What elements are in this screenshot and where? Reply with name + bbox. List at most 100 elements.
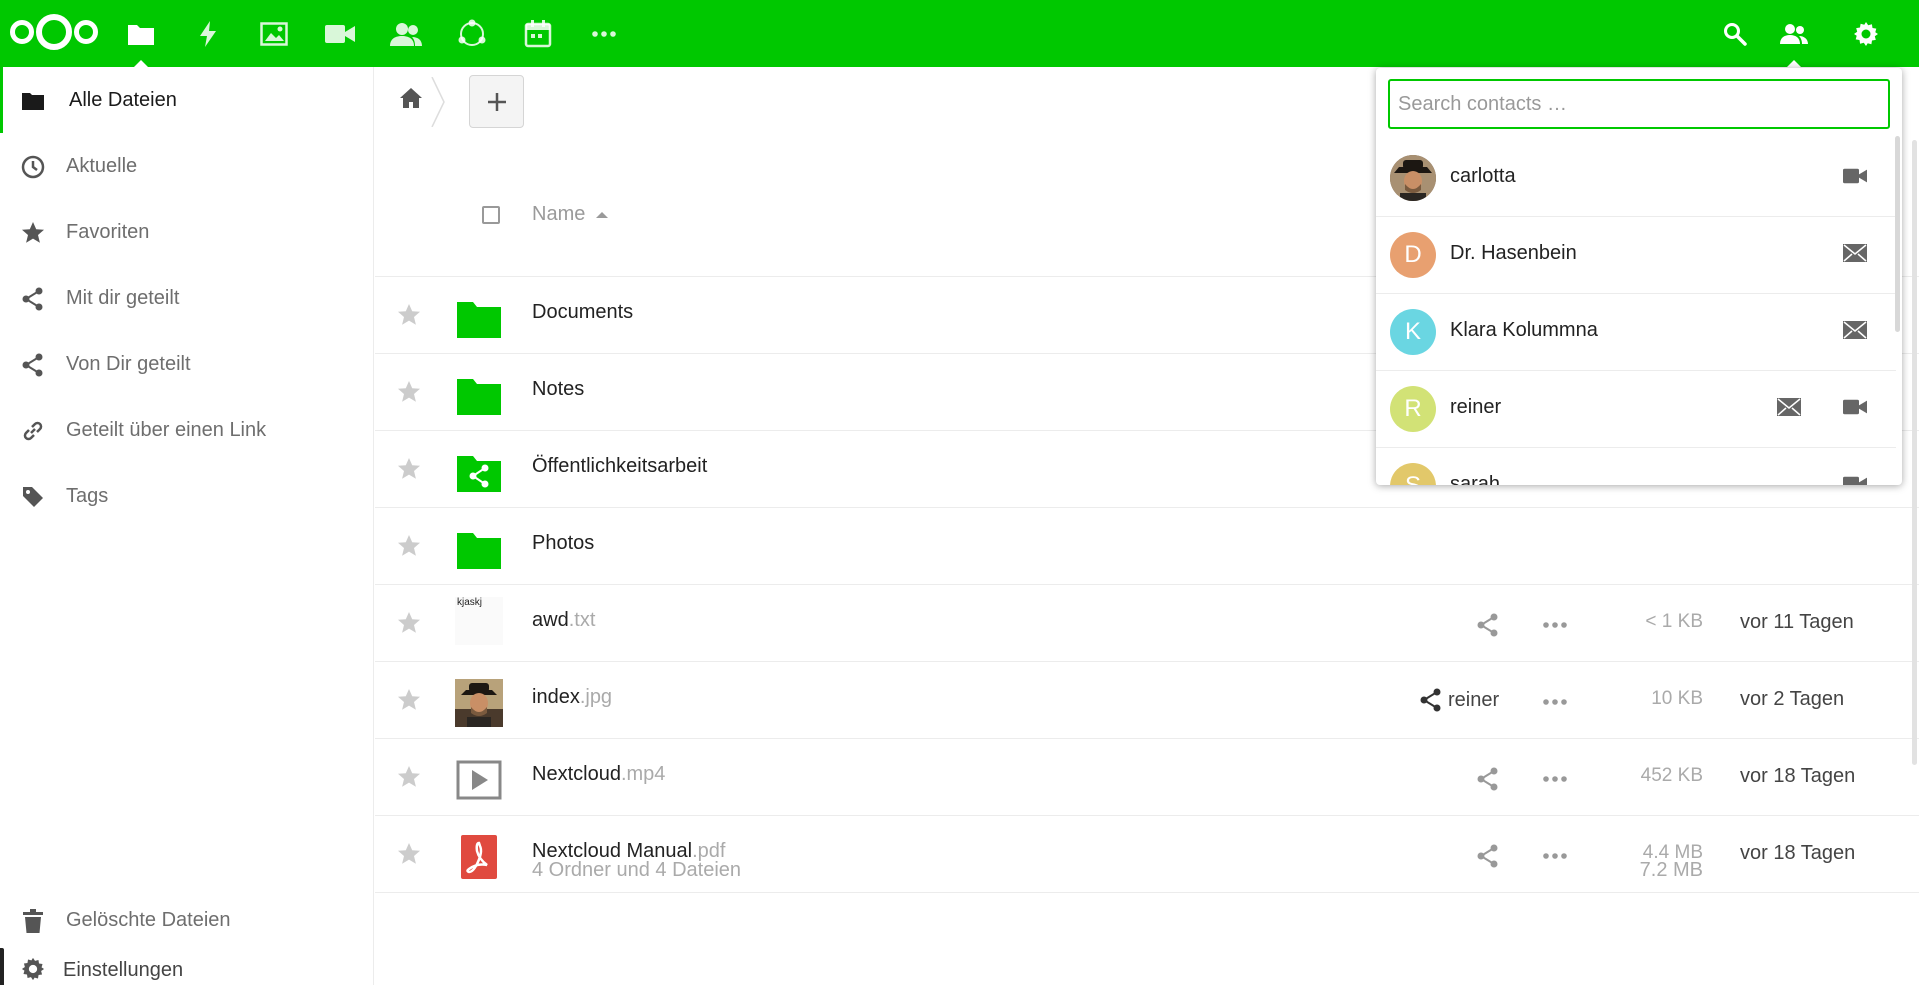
sidebar-item-recent[interactable]: Aktuelle: [0, 133, 373, 199]
table-row[interactable]: Nextcloud.mp4 452 KB vor 18 Tagen: [375, 739, 1919, 816]
file-name[interactable]: Documents: [532, 301, 633, 324]
more-actions-icon[interactable]: [1543, 844, 1567, 868]
avatar: R: [1390, 386, 1436, 432]
files-summary-size: 7.2 MB: [1639, 859, 1703, 881]
star-icon[interactable]: [397, 611, 421, 635]
contact-item[interactable]: D Dr. Hasenbein: [1376, 217, 1896, 294]
star-icon[interactable]: [397, 380, 421, 404]
file-extension: .mp4: [620, 763, 666, 785]
shared-with-indicator[interactable]: reiner: [1420, 688, 1499, 712]
home-icon[interactable]: [399, 87, 423, 109]
window-edge: [0, 948, 4, 985]
folder-icon: [455, 294, 503, 342]
sidebar-item-label: Mit dir geteilt: [66, 286, 180, 309]
video-call-icon[interactable]: [1843, 475, 1867, 485]
share-icon: [1420, 688, 1441, 712]
video-file-icon: [455, 756, 503, 804]
table-row[interactable]: index.jpg reiner 10 KB vor 2 Tagen: [375, 662, 1919, 739]
files-icon[interactable]: [121, 14, 161, 68]
mail-icon[interactable]: [1777, 398, 1801, 416]
app-navigation: Alle Dateien Aktuelle Favoriten Mit dir …: [0, 67, 374, 985]
share-icon[interactable]: [1477, 613, 1499, 637]
more-actions-icon[interactable]: [1543, 767, 1567, 791]
sidebar-item-all-files[interactable]: Alle Dateien: [0, 67, 373, 133]
plus-icon: [487, 92, 506, 111]
column-name[interactable]: Name: [532, 203, 585, 226]
sidebar-item-deleted-files[interactable]: Gelöschte Dateien: [0, 887, 373, 953]
search-contacts-input[interactable]: [1388, 79, 1890, 129]
file-name[interactable]: Photos: [532, 532, 594, 555]
sidebar-item-label: Favoriten: [66, 220, 150, 243]
sidebar-item-label: Gelöschte Dateien: [66, 908, 231, 931]
more-actions-icon[interactable]: [1543, 690, 1567, 714]
star-icon[interactable]: [397, 534, 421, 558]
sidebar-item-shared-by-link[interactable]: Geteilt über einen Link: [0, 397, 373, 463]
contact-item[interactable]: K Klara Kolummna: [1376, 294, 1896, 371]
star-icon[interactable]: [397, 303, 421, 327]
tag-icon: [21, 485, 45, 509]
page-scrollbar[interactable]: [1912, 140, 1917, 765]
file-name[interactable]: awd.txt: [532, 609, 595, 632]
avatar: D: [1390, 232, 1436, 278]
more-actions-icon[interactable]: [1543, 613, 1567, 637]
file-modified: vor 11 Tagen: [1740, 611, 1854, 633]
contact-item[interactable]: S sarah: [1376, 448, 1896, 485]
settings-icon[interactable]: [1846, 14, 1886, 54]
sidebar-settings[interactable]: Einstellungen: [0, 953, 373, 985]
contacts-icon[interactable]: [386, 14, 426, 54]
file-name[interactable]: Nextcloud.mp4: [532, 763, 665, 786]
link-icon: [21, 419, 45, 443]
clock-icon: [21, 155, 45, 179]
file-size: 452 KB: [1640, 765, 1703, 786]
star-icon: [21, 221, 45, 245]
contact-name: sarah: [1450, 473, 1501, 485]
sidebar-item-favorites[interactable]: Favoriten: [0, 199, 373, 265]
sidebar-item-label: Alle Dateien: [69, 88, 177, 111]
video-call-icon[interactable]: [1843, 167, 1867, 185]
contacts-scrollbar[interactable]: [1895, 136, 1900, 332]
contact-item[interactable]: R reiner: [1376, 371, 1896, 448]
nextcloud-logo-icon[interactable]: [8, 12, 100, 52]
contacts-menu-icon[interactable]: [1774, 14, 1814, 68]
star-icon[interactable]: [397, 457, 421, 481]
calendar-icon[interactable]: [518, 14, 558, 54]
video-call-icon[interactable]: [1843, 398, 1867, 416]
select-all-checkbox[interactable]: [482, 206, 500, 224]
share-icon[interactable]: [1477, 767, 1499, 791]
star-icon[interactable]: [397, 842, 421, 866]
gallery-icon[interactable]: [254, 14, 294, 54]
circles-icon[interactable]: [452, 14, 492, 54]
contact-name: Dr. Hasenbein: [1450, 242, 1577, 264]
avatar: S: [1390, 463, 1436, 485]
file-size: < 1 KB: [1645, 611, 1703, 632]
sidebar-item-tags[interactable]: Tags: [0, 463, 373, 529]
star-icon[interactable]: [397, 688, 421, 712]
pdf-file-icon: [455, 833, 503, 881]
sidebar-item-label: Tags: [66, 484, 109, 507]
file-modified: vor 18 Tagen: [1740, 842, 1856, 864]
share-icon[interactable]: [1477, 844, 1499, 868]
mail-icon[interactable]: [1843, 244, 1867, 262]
sidebar-item-shared-by-you[interactable]: Von Dir geteilt: [0, 331, 373, 397]
more-apps-icon[interactable]: [584, 14, 624, 54]
contact-name: reiner: [1450, 396, 1502, 418]
search-icon[interactable]: [1715, 14, 1755, 54]
talk-video-icon[interactable]: [320, 14, 360, 54]
file-extension: .jpg: [579, 686, 613, 708]
shared-with-user: reiner: [1448, 688, 1500, 711]
table-row[interactable]: kjaskj awd.txt < 1 KB vor 11 Tagen: [375, 585, 1919, 662]
sidebar-item-shared-with-you[interactable]: Mit dir geteilt: [0, 265, 373, 331]
new-button[interactable]: [469, 75, 524, 128]
star-icon[interactable]: [397, 765, 421, 789]
file-name[interactable]: index.jpg: [532, 686, 612, 709]
file-name[interactable]: Notes: [532, 378, 584, 401]
folder-icon: [455, 525, 503, 573]
table-row[interactable]: Photos: [375, 508, 1919, 585]
files-summary: 4 Ordner und 4 Dateien: [532, 859, 742, 881]
avatar: K: [1390, 309, 1436, 355]
contact-item[interactable]: carlotta: [1376, 140, 1896, 217]
mail-icon[interactable]: [1843, 321, 1867, 339]
file-name[interactable]: Öffentlichkeitsarbeit: [532, 455, 707, 478]
file-modified: vor 18 Tagen: [1740, 765, 1856, 787]
activity-icon[interactable]: [188, 14, 228, 54]
